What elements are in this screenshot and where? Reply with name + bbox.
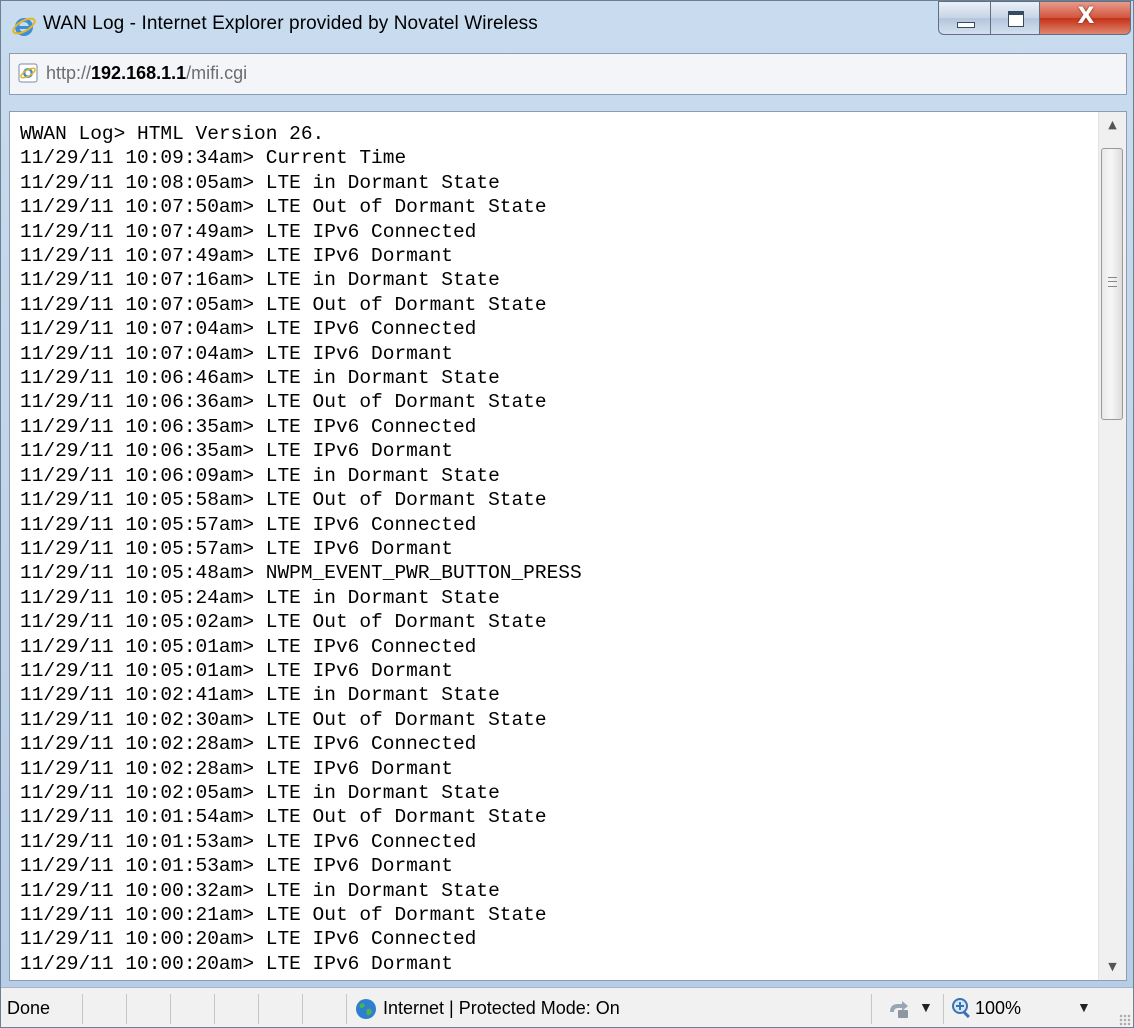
log-line: 11/29/11 10:06:35am> LTE IPv6 Dormant [20, 440, 453, 463]
log-line: 11/29/11 10:02:28am> LTE IPv6 Dormant [20, 757, 453, 780]
title-bar[interactable]: WAN Log - Internet Explorer provided by … [1, 1, 1133, 51]
log-line: 11/29/11 10:05:01am> LTE IPv6 Dormant [20, 659, 453, 682]
log-line: 11/29/11 10:01:54am> LTE Out of Dormant … [20, 806, 547, 829]
grip-icon [1108, 277, 1117, 287]
chevron-down-icon[interactable]: ▼ [1077, 999, 1091, 1015]
log-line: 11/29/11 10:00:20am> LTE IPv6 Dormant [20, 952, 453, 975]
log-line: 11/29/11 10:07:49am> LTE IPv6 Connected [20, 220, 477, 243]
status-divider [171, 994, 215, 1024]
log-line: 11/29/11 10:09:34am> Current Time [20, 147, 407, 170]
window-controls: X [938, 1, 1131, 37]
security-zone-text[interactable]: Internet | Protected Mode: On [383, 998, 620, 1019]
log-line: 11/29/11 10:07:04am> LTE IPv6 Connected [20, 318, 477, 341]
log-line: 11/29/11 10:06:09am> LTE in Dormant Stat… [20, 464, 500, 487]
log-line: 11/29/11 10:05:57am> LTE IPv6 Dormant [20, 537, 453, 560]
status-bar: Done Internet | Protected Mode: On ▼ 100… [1, 987, 1133, 1027]
maximize-icon [1008, 11, 1024, 27]
scroll-up-icon[interactable]: ▲ [1099, 112, 1126, 138]
address-bar[interactable]: http://192.168.1.1/mifi.cgi [9, 53, 1127, 95]
minimize-icon [957, 22, 975, 28]
globe-icon [356, 999, 376, 1019]
manage-addons-icon[interactable] [886, 998, 912, 1020]
url-text[interactable]: http://192.168.1.1/mifi.cgi [46, 63, 247, 84]
log-line: 11/29/11 10:06:46am> LTE in Dormant Stat… [20, 367, 500, 390]
chevron-down-icon[interactable]: ▼ [919, 999, 933, 1015]
page-icon [18, 63, 38, 83]
status-divider [303, 994, 347, 1024]
close-icon: X [1077, 4, 1095, 29]
url-scheme: http:// [46, 63, 92, 83]
log-line: 11/29/11 10:05:48am> NWPM_EVENT_PWR_BUTT… [20, 562, 582, 585]
resize-grip-icon[interactable] [1119, 1014, 1131, 1026]
log-line: 11/29/11 10:02:28am> LTE IPv6 Connected [20, 733, 477, 756]
status-divider [83, 994, 127, 1024]
log-line: 11/29/11 10:02:05am> LTE in Dormant Stat… [20, 781, 500, 804]
scrollbar-thumb[interactable] [1101, 148, 1123, 420]
log-line: 11/29/11 10:02:30am> LTE Out of Dormant … [20, 708, 547, 731]
browser-window: WAN Log - Internet Explorer provided by … [0, 0, 1134, 1028]
scroll-down-icon[interactable]: ▼ [1099, 954, 1126, 980]
status-divider [215, 994, 259, 1024]
log-line: 11/29/11 10:05:58am> LTE Out of Dormant … [20, 489, 547, 512]
log-line: 11/29/11 10:06:35am> LTE IPv6 Connected [20, 415, 477, 438]
status-divider [259, 994, 303, 1024]
url-host: 192.168.1.1 [91, 63, 187, 83]
log-line: 11/29/11 10:00:21am> LTE Out of Dormant … [20, 904, 547, 926]
log-line: WWAN Log> HTML Version 26. [20, 123, 325, 145]
status-divider [1, 994, 83, 1024]
log-line: 11/29/11 10:07:50am> LTE Out of Dormant … [20, 196, 547, 219]
log-line: 11/29/11 10:05:01am> LTE IPv6 Connected [20, 635, 477, 658]
url-path: /mifi.cgi [186, 63, 248, 83]
close-button[interactable]: X [1039, 1, 1131, 35]
status-divider [127, 994, 171, 1024]
log-line: 11/29/11 10:07:16am> LTE in Dormant Stat… [20, 269, 500, 292]
window-title: WAN Log - Internet Explorer provided by … [43, 13, 538, 34]
log-line: 11/29/11 10:00:20am> LTE IPv6 Connected [20, 928, 477, 951]
log-line: 11/29/11 10:06:36am> LTE Out of Dormant … [20, 391, 547, 414]
minimize-button[interactable] [938, 1, 991, 35]
log-line: 11/29/11 10:01:53am> LTE IPv6 Dormant [20, 855, 453, 878]
zoom-level[interactable]: 100% [975, 998, 1021, 1019]
log-line: 11/29/11 10:02:41am> LTE in Dormant Stat… [20, 684, 500, 707]
page-content: WWAN Log> HTML Version 26. 11/29/11 10:09… [9, 111, 1127, 981]
log-line: 11/29/11 10:05:02am> LTE Out of Dormant … [20, 611, 547, 634]
log-line: 11/29/11 10:00:32am> LTE in Dormant Stat… [20, 879, 500, 902]
zoom-icon[interactable] [951, 997, 973, 1019]
log-line: 11/29/11 10:07:04am> LTE IPv6 Dormant [20, 342, 453, 365]
log-line: 11/29/11 10:08:05am> LTE in Dormant Stat… [20, 171, 500, 194]
vertical-scrollbar[interactable]: ▲ ▼ [1098, 112, 1126, 980]
log-line: 11/29/11 10:05:24am> LTE in Dormant Stat… [20, 586, 500, 609]
log-line: 11/29/11 10:05:57am> LTE IPv6 Connected [20, 513, 477, 536]
log-line: 11/29/11 10:07:49am> LTE IPv6 Dormant [20, 245, 453, 268]
maximize-button[interactable] [990, 1, 1040, 35]
wan-log-text: WWAN Log> HTML Version 26. 11/29/11 10:09… [20, 122, 1090, 976]
log-line: 11/29/11 10:01:53am> LTE IPv6 Connected [20, 830, 477, 853]
internet-explorer-icon [12, 17, 36, 36]
log-line: 11/29/11 10:07:05am> LTE Out of Dormant … [20, 293, 547, 316]
